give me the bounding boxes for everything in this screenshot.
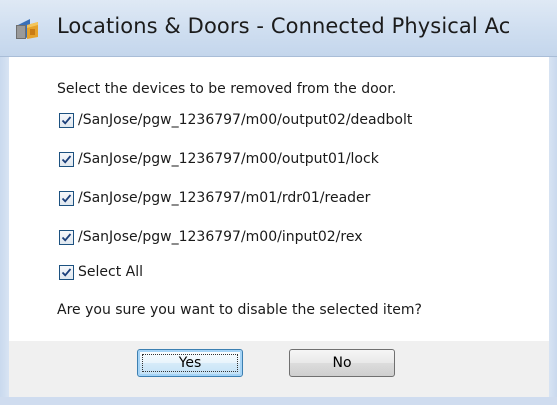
yes-button[interactable]: Yes	[137, 349, 243, 377]
window-title: Locations & Doors - Connected Physical A…	[57, 14, 511, 38]
select-all-checkbox[interactable]	[59, 264, 74, 280]
checkmark-icon	[61, 232, 72, 242]
select-all-label[interactable]: Select All	[78, 264, 143, 280]
device-checkbox-lock[interactable]	[59, 151, 74, 167]
device-checkbox-reader[interactable]	[59, 190, 74, 206]
device-item-deadbolt[interactable]: /SanJose/pgw_1236797/m00/output02/deadbo…	[59, 110, 412, 130]
device-item-lock[interactable]: /SanJose/pgw_1236797/m00/output01/lock	[59, 149, 379, 169]
focus-rectangle	[142, 354, 238, 372]
prompt-text: Select the devices to be removed from th…	[57, 81, 397, 97]
device-item-rex[interactable]: /SanJose/pgw_1236797/m00/input02/rex	[59, 227, 362, 247]
device-label-deadbolt[interactable]: /SanJose/pgw_1236797/m00/output02/deadbo…	[78, 112, 412, 128]
device-label-lock[interactable]: /SanJose/pgw_1236797/m00/output01/lock	[78, 151, 379, 167]
no-button-label: No	[332, 355, 352, 371]
checkmark-icon	[61, 193, 72, 203]
window-frame-left	[0, 57, 9, 405]
select-all-item[interactable]: Select All	[59, 262, 143, 282]
content-panel: Select the devices to be removed from th…	[9, 57, 549, 341]
confirmation-question: Are you sure you want to disable the sel…	[57, 302, 422, 318]
checkmark-icon	[61, 267, 72, 277]
dialog-body: Select the devices to be removed from th…	[9, 57, 549, 397]
device-checkbox-deadbolt[interactable]	[59, 112, 74, 128]
title-bar[interactable]: Locations & Doors - Connected Physical A…	[0, 0, 557, 57]
device-label-reader[interactable]: /SanJose/pgw_1236797/m01/rdr01/reader	[78, 190, 370, 206]
checkmark-icon	[61, 154, 72, 164]
app-icon	[14, 16, 40, 42]
device-item-reader[interactable]: /SanJose/pgw_1236797/m01/rdr01/reader	[59, 188, 370, 208]
device-checkbox-rex[interactable]	[59, 229, 74, 245]
window-frame-bottom	[0, 397, 557, 405]
checkmark-icon	[61, 115, 72, 125]
no-button[interactable]: No	[289, 349, 395, 377]
device-label-rex[interactable]: /SanJose/pgw_1236797/m00/input02/rex	[78, 229, 362, 245]
window-frame-right	[549, 57, 557, 405]
